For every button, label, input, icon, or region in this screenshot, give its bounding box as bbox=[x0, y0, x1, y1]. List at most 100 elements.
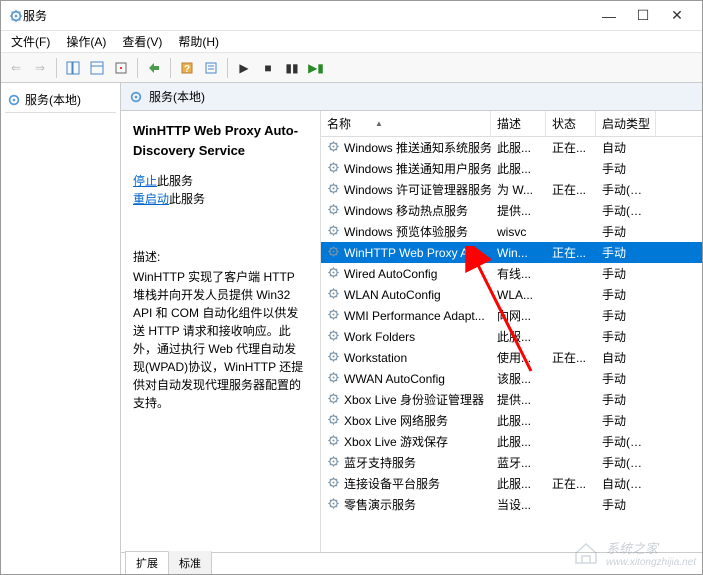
service-row[interactable]: Windows 推送通知用户服务...此服...手动 bbox=[321, 158, 702, 179]
services-icon bbox=[9, 9, 23, 23]
menu-action[interactable]: 操作(A) bbox=[60, 31, 112, 52]
separator bbox=[170, 58, 171, 78]
column-name[interactable]: 名称▲ bbox=[321, 111, 491, 136]
service-status bbox=[546, 335, 596, 339]
service-row[interactable]: Workstation使用...正在...自动 bbox=[321, 347, 702, 368]
content-area: WinHTTP Web Proxy Auto-Discovery Service… bbox=[121, 111, 702, 552]
maximize-button[interactable]: ☐ bbox=[626, 3, 660, 29]
service-row[interactable]: 蓝牙支持服务蓝牙...手动(触发... bbox=[321, 452, 702, 473]
forward-button[interactable]: ⇒ bbox=[29, 57, 51, 79]
service-row[interactable]: WMI Performance Adapt...向网...手动 bbox=[321, 305, 702, 326]
service-row[interactable]: WinHTTP Web Proxy Aut...Win...正在...手动 bbox=[321, 242, 702, 263]
service-startup: 手动 bbox=[596, 494, 656, 515]
service-name: 连接设备平台服务 bbox=[344, 475, 440, 492]
tab-extended[interactable]: 扩展 bbox=[125, 551, 169, 574]
service-name: Windows 预览体验服务 bbox=[344, 223, 468, 240]
gear-icon bbox=[327, 329, 340, 345]
pause-button[interactable]: ▮▮ bbox=[281, 57, 303, 79]
tab-standard[interactable]: 标准 bbox=[168, 551, 212, 574]
stop-button[interactable]: ■ bbox=[257, 57, 279, 79]
service-row[interactable]: 零售演示服务当设...手动 bbox=[321, 494, 702, 515]
service-row[interactable]: 连接设备平台服务此服...正在...自动(延迟... bbox=[321, 473, 702, 494]
service-row[interactable]: Wired AutoConfig有线...手动 bbox=[321, 263, 702, 284]
service-status bbox=[546, 230, 596, 234]
export-button[interactable] bbox=[143, 57, 165, 79]
service-status bbox=[546, 293, 596, 297]
service-desc: 提供... bbox=[491, 389, 546, 410]
close-button[interactable]: ✕ bbox=[660, 3, 694, 29]
separator bbox=[227, 58, 228, 78]
gear-icon bbox=[327, 497, 340, 513]
services-icon bbox=[7, 93, 21, 107]
title-bar: 服务 — ☐ ✕ bbox=[1, 1, 702, 31]
gear-icon bbox=[327, 266, 340, 282]
properties-button[interactable] bbox=[200, 57, 222, 79]
detail-pane: WinHTTP Web Proxy Auto-Discovery Service… bbox=[121, 111, 321, 552]
service-status bbox=[546, 461, 596, 465]
service-name: WWAN AutoConfig bbox=[344, 372, 445, 386]
service-row[interactable]: Xbox Live 身份验证管理器提供...手动 bbox=[321, 389, 702, 410]
service-desc: 此服... bbox=[491, 137, 546, 158]
service-name: Work Folders bbox=[344, 330, 415, 344]
service-row[interactable]: Windows 许可证管理器服务为 W...正在...手动(触发... bbox=[321, 179, 702, 200]
menu-help[interactable]: 帮助(H) bbox=[172, 31, 225, 52]
service-status: 正在... bbox=[546, 137, 596, 158]
service-desc: 向网... bbox=[491, 305, 546, 326]
service-startup: 手动 bbox=[596, 242, 656, 263]
play-button[interactable]: ▶ bbox=[233, 57, 255, 79]
column-startup[interactable]: 启动类型 bbox=[596, 111, 656, 136]
service-row[interactable]: Xbox Live 网络服务此服...手动 bbox=[321, 410, 702, 431]
menu-bar: 文件(F) 操作(A) 查看(V) 帮助(H) bbox=[1, 31, 702, 53]
service-status: 正在... bbox=[546, 347, 596, 368]
menu-file[interactable]: 文件(F) bbox=[5, 31, 56, 52]
restart-button[interactable]: ▶▮ bbox=[305, 57, 327, 79]
window-title: 服务 bbox=[23, 7, 592, 24]
help-button[interactable]: ? bbox=[176, 57, 198, 79]
service-row[interactable]: Windows 预览体验服务wisvc手动 bbox=[321, 221, 702, 242]
service-startup: 手动(触发... bbox=[596, 179, 656, 200]
service-startup: 手动 bbox=[596, 158, 656, 179]
view-button-2[interactable] bbox=[86, 57, 108, 79]
service-status bbox=[546, 377, 596, 381]
service-desc: 使用... bbox=[491, 347, 546, 368]
service-name: Windows 推送通知系统服务 bbox=[344, 139, 491, 156]
gear-icon bbox=[327, 140, 340, 156]
stop-link[interactable]: 停止 bbox=[133, 174, 157, 188]
column-headers: 名称▲ 描述 状态 启动类型 bbox=[321, 111, 702, 137]
service-row[interactable]: Work Folders此服...手动 bbox=[321, 326, 702, 347]
column-desc[interactable]: 描述 bbox=[491, 111, 546, 136]
view-button-1[interactable] bbox=[62, 57, 84, 79]
service-startup: 自动 bbox=[596, 347, 656, 368]
service-startup: 自动(延迟... bbox=[596, 473, 656, 494]
service-startup: 自动 bbox=[596, 137, 656, 158]
service-desc: 此服... bbox=[491, 326, 546, 347]
service-desc: wisvc bbox=[491, 223, 546, 241]
separator bbox=[137, 58, 138, 78]
gear-icon bbox=[327, 350, 340, 366]
watermark-text: 系统之家 bbox=[606, 538, 696, 557]
service-name: WLAN AutoConfig bbox=[344, 288, 441, 302]
service-row[interactable]: Xbox Live 游戏保存此服...手动(触发... bbox=[321, 431, 702, 452]
refresh-button[interactable] bbox=[110, 57, 132, 79]
house-icon bbox=[572, 541, 600, 565]
sort-indicator-icon: ▲ bbox=[375, 119, 383, 128]
service-row[interactable]: WWAN AutoConfig该服...手动 bbox=[321, 368, 702, 389]
service-desc: 此服... bbox=[491, 410, 546, 431]
right-header-label: 服务(本地) bbox=[149, 88, 205, 105]
gear-icon bbox=[327, 413, 340, 429]
service-row[interactable]: Windows 推送通知系统服务此服...正在...自动 bbox=[321, 137, 702, 158]
service-status: 正在... bbox=[546, 179, 596, 200]
restart-link[interactable]: 重启动 bbox=[133, 192, 169, 206]
menu-view[interactable]: 查看(V) bbox=[116, 31, 168, 52]
service-row[interactable]: WLAN AutoConfigWLA...手动 bbox=[321, 284, 702, 305]
service-row[interactable]: Windows 移动热点服务提供...手动(触发... bbox=[321, 200, 702, 221]
service-desc: 该服... bbox=[491, 368, 546, 389]
column-status[interactable]: 状态 bbox=[546, 111, 596, 136]
minimize-button[interactable]: — bbox=[592, 3, 626, 29]
gear-icon bbox=[327, 308, 340, 324]
tree-root[interactable]: 服务(本地) bbox=[5, 87, 116, 113]
back-button[interactable]: ⇐ bbox=[5, 57, 27, 79]
service-startup: 手动 bbox=[596, 284, 656, 305]
service-name: Xbox Live 网络服务 bbox=[344, 412, 448, 429]
service-list[interactable]: 名称▲ 描述 状态 启动类型 Windows 推送通知系统服务此服...正在..… bbox=[321, 111, 702, 552]
